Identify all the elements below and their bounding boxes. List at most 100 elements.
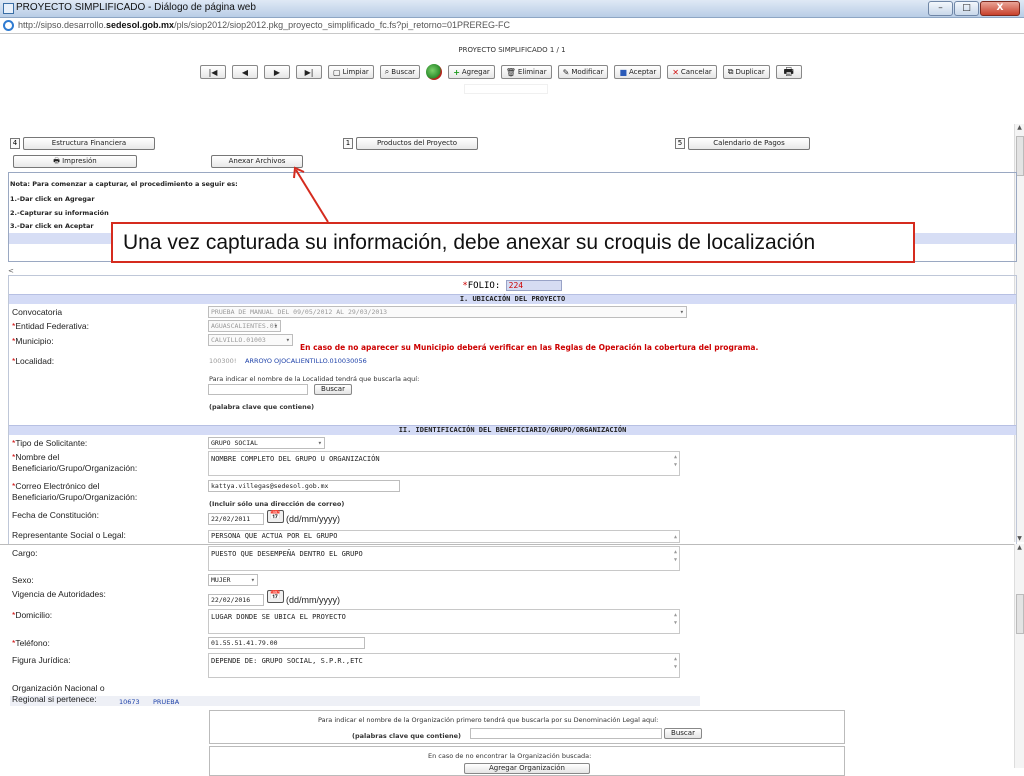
- correo-input[interactable]: kattya.villegas@sedesol.gob.mx: [208, 480, 400, 492]
- localidad-keyword-hint: (palabra clave que contiene): [209, 403, 315, 411]
- organizacion-keyword-hint: (palabras clave que contiene): [352, 732, 462, 740]
- telefono-label: *Teléfono:: [12, 638, 50, 648]
- url-text: http://sipso.desarrollo.sedesol.gob.mx/p…: [18, 20, 511, 30]
- telefono-input[interactable]: 01.55.51.41.79.00: [208, 637, 365, 649]
- section-4-number: 4: [10, 138, 20, 149]
- nombre-label: *Nombre del Beneficiario/Grupo/Organizaci…: [12, 452, 138, 473]
- copy-icon: ⧉: [727, 67, 734, 76]
- print-button[interactable]: 🖶: [775, 64, 802, 79]
- organizacion-search-input[interactable]: [470, 728, 662, 739]
- localidad-buscar-button[interactable]: Buscar: [314, 384, 352, 395]
- window-title: PROYECTO SIMPLIFICADO - Diálogo de págin…: [16, 2, 256, 13]
- callout-annotation: Una vez capturada su información, debe a…: [111, 222, 915, 263]
- prev-record-button[interactable]: ◀: [232, 65, 258, 79]
- callout-arrow-icon: [293, 166, 329, 223]
- localidad-value: ARROYO OJOCALIENTILLO.010030056: [245, 357, 367, 365]
- folio-row: *FOLIO: 224: [0, 280, 1024, 291]
- cancelar-button[interactable]: ✕ Cancelar: [667, 65, 717, 79]
- close-button[interactable]: X: [980, 1, 1020, 16]
- trash-icon: 🗑: [505, 67, 516, 77]
- status-field: [464, 84, 548, 94]
- scroll-left-icon[interactable]: <: [8, 267, 14, 275]
- entidad-select[interactable]: AGUASCALIENTES.01: [208, 320, 281, 332]
- eliminar-button[interactable]: 🗑 Eliminar: [500, 65, 552, 79]
- fecha-constitucion-input[interactable]: 22/02/2011: [208, 513, 264, 525]
- organizacion-value: PRUEBA: [153, 698, 180, 706]
- printer-icon: 🖶: [53, 157, 63, 165]
- scroll-up-icon[interactable]: ▲: [1015, 124, 1024, 131]
- nombre-textarea[interactable]: NOMBRE COMPLETO DEL GRUPO U ORGANIZACIÓN…: [208, 451, 680, 476]
- localidad-hint: Para indicar el nombre de la Localidad t…: [209, 375, 420, 383]
- limpiar-button[interactable]: ▢ Limpiar: [328, 65, 374, 79]
- folio-label: FOLIO:: [467, 281, 501, 291]
- sexo-select[interactable]: MUJER: [208, 574, 258, 586]
- address-bar: http://sipso.desarrollo.sedesol.gob.mx/p…: [0, 18, 1024, 34]
- title-bar: PROYECTO SIMPLIFICADO - Diálogo de págin…: [0, 0, 1024, 18]
- edit-icon: ✎: [562, 67, 570, 77]
- organizacion-code: 10673: [119, 698, 140, 706]
- note-title: Nota: Para comenzar a capturar, el proce…: [10, 180, 238, 188]
- convocatoria-select[interactable]: PRUEBA DE MANUAL DEL 09/05/2012 AL 29/03…: [208, 306, 687, 318]
- plus-icon: +: [453, 67, 460, 77]
- duplicar-button[interactable]: ⧉ Duplicar: [722, 65, 770, 79]
- vigencia-input[interactable]: 22/02/2016: [208, 594, 264, 606]
- note-step-2: 2.-Capturar su información: [10, 209, 109, 217]
- organizacion-buscar-button[interactable]: Buscar: [664, 728, 702, 739]
- date-format-hint: (dd/mm/yyyy): [286, 595, 340, 605]
- x-icon: ✕: [672, 67, 679, 77]
- note-step-1: 1.-Dar click en Agregar: [10, 195, 95, 203]
- save-icon: ■: [619, 67, 628, 77]
- impresion-button[interactable]: 🖶 Impresión: [13, 155, 137, 168]
- cargo-textarea[interactable]: PUESTO QUE DESEMPEÑA DENTRO EL GRUPO ▲ ▼: [208, 546, 680, 571]
- globe-icon[interactable]: [426, 64, 443, 80]
- sexo-label: Sexo:: [12, 575, 34, 585]
- modificar-button[interactable]: ✎ Modificar: [557, 65, 609, 79]
- calendar-icon[interactable]: 📅: [267, 590, 284, 603]
- convocatoria-label: Convocatoria: [12, 307, 63, 317]
- folio-field[interactable]: 224: [505, 280, 562, 291]
- representante-textarea[interactable]: PERSONA QUE ACTUA POR EL GRUPO ▲: [208, 530, 680, 543]
- domicilio-textarea[interactable]: LUGAR DONDE SE UBICA EL PROYECTO ▲ ▼: [208, 609, 680, 634]
- search-icon: ⌕: [384, 67, 390, 76]
- last-record-button[interactable]: ▶|: [296, 65, 322, 79]
- estructura-financiera-button[interactable]: Estructura Financiera: [23, 137, 155, 150]
- calendario-pagos-button[interactable]: Calendario de Pagos: [688, 137, 810, 150]
- domicilio-label: *Domicilio:: [12, 610, 53, 620]
- section-5-number: 5: [675, 138, 685, 149]
- correo-label: *Correo Electrónico del Beneficiario/Grup…: [12, 481, 138, 502]
- ie-icon: [3, 20, 14, 31]
- first-record-button[interactable]: |◀: [200, 65, 226, 79]
- organizacion-label: Organización Nacional o Regional si perte…: [12, 683, 105, 704]
- localidad-search-input[interactable]: [208, 384, 308, 395]
- tipo-solicitante-select[interactable]: GRUPO SOCIAL: [208, 437, 325, 449]
- next-record-button[interactable]: ▶: [264, 65, 290, 79]
- page-title: PROYECTO SIMPLIFICADO 1 / 1: [458, 46, 566, 54]
- calendar-icon[interactable]: 📅: [267, 510, 284, 523]
- scroll-thumb[interactable]: [1016, 594, 1024, 634]
- buscar-button[interactable]: ⌕ Buscar: [379, 65, 421, 79]
- productos-proyecto-button[interactable]: Productos del Proyecto: [356, 137, 478, 150]
- municipio-warning: En caso de no aparecer su Municipio debe…: [300, 343, 759, 352]
- printer-icon: 🖶: [783, 64, 794, 78]
- agregar-button[interactable]: + Agregar: [448, 65, 495, 79]
- organizacion-band: [10, 696, 700, 706]
- date-format-hint: (dd/mm/yyyy): [286, 514, 340, 524]
- figura-textarea[interactable]: DEPENDE DE: GRUPO SOCIAL, S.P.R.,ETC ▲ ▼: [208, 653, 680, 678]
- municipio-label: *Municipio:: [12, 336, 54, 346]
- toolbar: |◀ ◀ ▶ ▶| ▢ Limpiar ⌕ Buscar + Agregar 🗑 Eli…: [200, 64, 802, 80]
- section-1-number: 1: [343, 138, 353, 149]
- aceptar-button[interactable]: ■ Aceptar: [614, 65, 662, 79]
- municipio-select[interactable]: CALVILLO.01003: [208, 334, 293, 346]
- agregar-organizacion-button[interactable]: Agregar Organización: [464, 763, 590, 774]
- scroll-up-icon[interactable]: ▲: [1015, 544, 1024, 551]
- cargo-label: Cargo:: [12, 548, 38, 558]
- minimize-button[interactable]: –: [928, 1, 953, 16]
- tipo-solicitante-label: *Tipo de Solicitante:: [12, 438, 88, 448]
- scroll-thumb[interactable]: [1016, 136, 1024, 176]
- lower-scrollbar[interactable]: ▲: [1014, 544, 1024, 768]
- representante-label: Representante Social o Legal:: [12, 530, 126, 540]
- entidad-label: *Entidad Federativa:: [12, 321, 90, 331]
- vigencia-label: Vigencia de Autoridades:: [12, 589, 106, 599]
- page-icon: ▢: [333, 67, 341, 77]
- maximize-button[interactable]: □: [954, 1, 979, 16]
